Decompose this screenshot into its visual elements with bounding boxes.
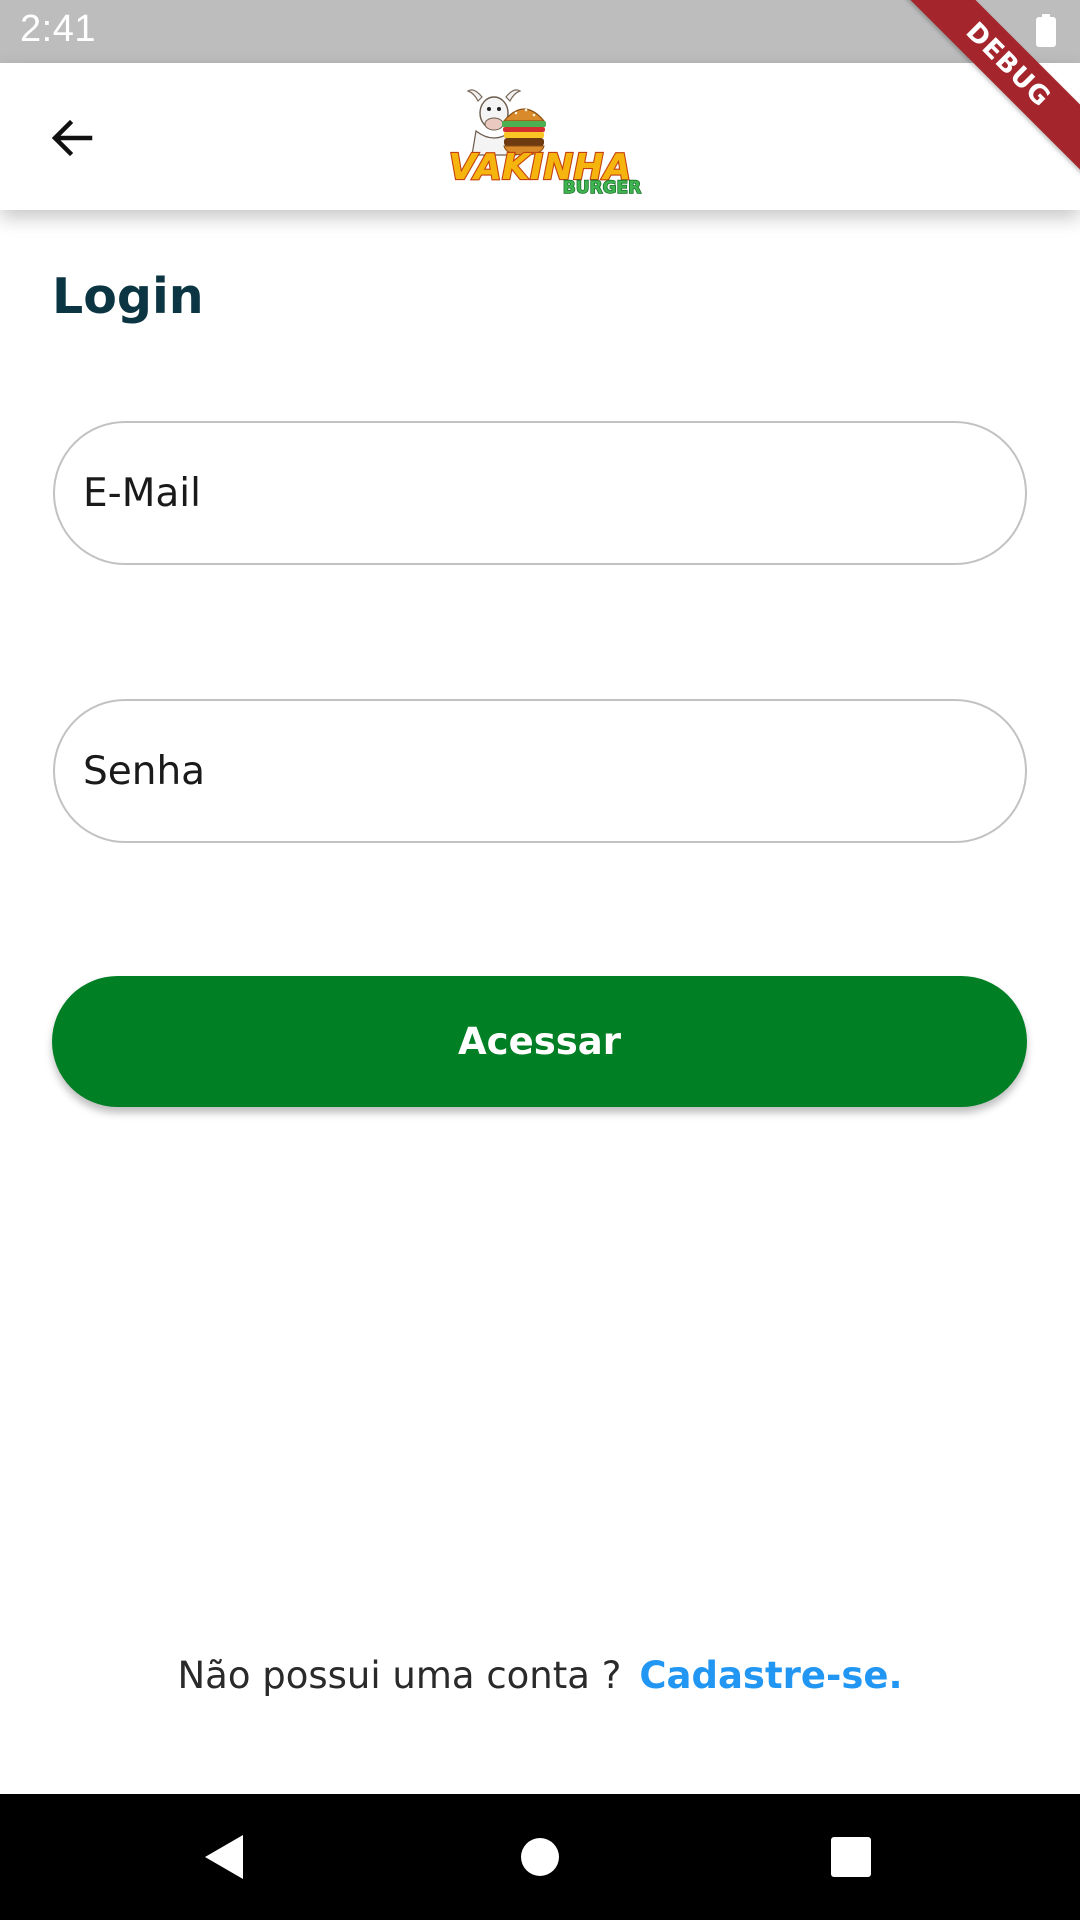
nav-back-button[interactable] [192, 1824, 258, 1890]
system-nav-bar [0, 1794, 1080, 1920]
app-bar: VAKINHA BURGER [0, 63, 1080, 210]
battery-icon [1036, 14, 1056, 47]
signup-link[interactable]: Cadastre-se. [639, 1654, 902, 1697]
status-time: 2:41 [20, 8, 96, 50]
arrow-left-icon [51, 119, 93, 157]
signup-row: Não possui uma conta ? Cadastre-se. [0, 1654, 1080, 1697]
vakinha-burger-logo: VAKINHA BURGER [448, 89, 642, 195]
page-title: Login [52, 268, 204, 325]
login-button[interactable]: Acessar [52, 976, 1027, 1107]
nav-home-button[interactable] [507, 1824, 573, 1890]
password-field[interactable] [83, 701, 983, 841]
email-field[interactable] [83, 423, 983, 563]
nav-recents-button[interactable] [818, 1824, 884, 1890]
back-button[interactable] [34, 100, 110, 176]
nav-back-icon [205, 1835, 243, 1879]
login-screen: 2:41 DEBUG VAKINHA BURGER Login E-Mail A… [0, 0, 1080, 1920]
nav-recents-icon [831, 1837, 871, 1877]
password-field-container [53, 699, 1027, 843]
logo-sub-wordmark: BURGER [563, 178, 642, 195]
signup-prompt: Não possui uma conta ? [177, 1654, 622, 1697]
nav-home-icon [521, 1838, 559, 1876]
status-bar: 2:41 [0, 0, 1080, 63]
email-field-container [53, 421, 1027, 565]
